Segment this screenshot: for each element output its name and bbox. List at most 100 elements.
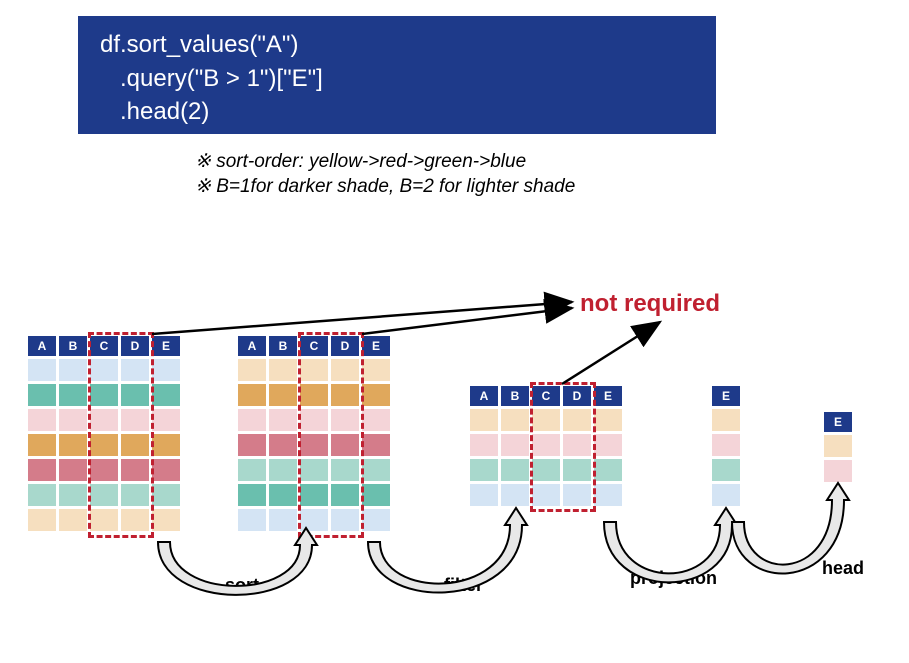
table-row	[28, 409, 180, 431]
col-header-e: E	[824, 412, 852, 432]
col-header-c: C	[90, 336, 118, 356]
cell	[28, 509, 56, 531]
cell	[28, 484, 56, 506]
cell	[470, 409, 498, 431]
table-row	[238, 484, 390, 506]
cell	[121, 409, 149, 431]
col-header-e: E	[362, 336, 390, 356]
table-head: E	[824, 412, 852, 482]
table-header-row: ABCDE	[470, 386, 622, 406]
cell	[90, 384, 118, 406]
cell	[300, 359, 328, 381]
table-row	[238, 459, 390, 481]
table-row	[238, 384, 390, 406]
cell	[121, 459, 149, 481]
table-row	[238, 359, 390, 381]
cell	[90, 509, 118, 531]
table-row	[470, 459, 622, 481]
cell	[152, 434, 180, 456]
cell	[824, 435, 852, 457]
op-sort-label: sort	[225, 575, 259, 596]
cell	[712, 409, 740, 431]
cell	[300, 484, 328, 506]
cell	[238, 434, 266, 456]
cell	[90, 409, 118, 431]
cell	[238, 359, 266, 381]
cell	[362, 459, 390, 481]
col-header-b: B	[501, 386, 529, 406]
table-row	[238, 409, 390, 431]
col-header-a: A	[470, 386, 498, 406]
col-header-c: C	[532, 386, 560, 406]
cell	[712, 484, 740, 506]
table-row	[28, 384, 180, 406]
col-header-d: D	[331, 336, 359, 356]
table-row	[28, 359, 180, 381]
cell	[532, 484, 560, 506]
col-header-b: B	[269, 336, 297, 356]
cell	[501, 484, 529, 506]
cell	[331, 484, 359, 506]
cell	[331, 359, 359, 381]
cell	[532, 434, 560, 456]
cell	[238, 459, 266, 481]
cell	[563, 484, 591, 506]
table-row	[28, 434, 180, 456]
cell	[152, 384, 180, 406]
cell	[824, 460, 852, 482]
cell	[59, 359, 87, 381]
cell	[269, 484, 297, 506]
table-row	[28, 459, 180, 481]
cell	[300, 459, 328, 481]
col-header-e: E	[712, 386, 740, 406]
col-header-a: A	[238, 336, 266, 356]
table-row	[470, 409, 622, 431]
table-header-row: E	[712, 386, 740, 406]
cell	[712, 434, 740, 456]
op-filter-label: filter	[444, 575, 483, 596]
cell	[331, 434, 359, 456]
cell	[269, 509, 297, 531]
table-row	[238, 509, 390, 531]
cell	[59, 459, 87, 481]
cell	[362, 409, 390, 431]
table-row	[470, 434, 622, 456]
cell	[59, 409, 87, 431]
cell	[501, 434, 529, 456]
cell	[563, 409, 591, 431]
table-row	[470, 484, 622, 506]
cell	[121, 384, 149, 406]
table-sorted: ABCDE	[238, 336, 390, 531]
cell	[238, 484, 266, 506]
cell	[362, 434, 390, 456]
table-row	[824, 435, 852, 457]
code-block: df.sort_values("A") .query("B > 1")["E"]…	[78, 16, 716, 134]
cell	[238, 409, 266, 431]
col-header-a: A	[28, 336, 56, 356]
cell	[362, 359, 390, 381]
code-line-2: .query("B > 1")["E"]	[100, 62, 694, 96]
cell	[362, 509, 390, 531]
table-header-row: E	[824, 412, 852, 432]
code-line-1: df.sort_values("A")	[100, 28, 694, 62]
cell	[269, 409, 297, 431]
cell	[121, 434, 149, 456]
cell	[331, 509, 359, 531]
table-row	[28, 484, 180, 506]
cell	[152, 509, 180, 531]
cell	[362, 384, 390, 406]
cell	[331, 409, 359, 431]
col-header-b: B	[59, 336, 87, 356]
cell	[594, 409, 622, 431]
table-projected: E	[712, 386, 740, 506]
cell	[28, 384, 56, 406]
table-row	[712, 484, 740, 506]
cell	[238, 509, 266, 531]
cell	[501, 459, 529, 481]
cell	[152, 484, 180, 506]
op-head-label: head	[822, 558, 864, 579]
cell	[300, 509, 328, 531]
table-row	[824, 460, 852, 482]
cell	[28, 459, 56, 481]
cell	[300, 384, 328, 406]
